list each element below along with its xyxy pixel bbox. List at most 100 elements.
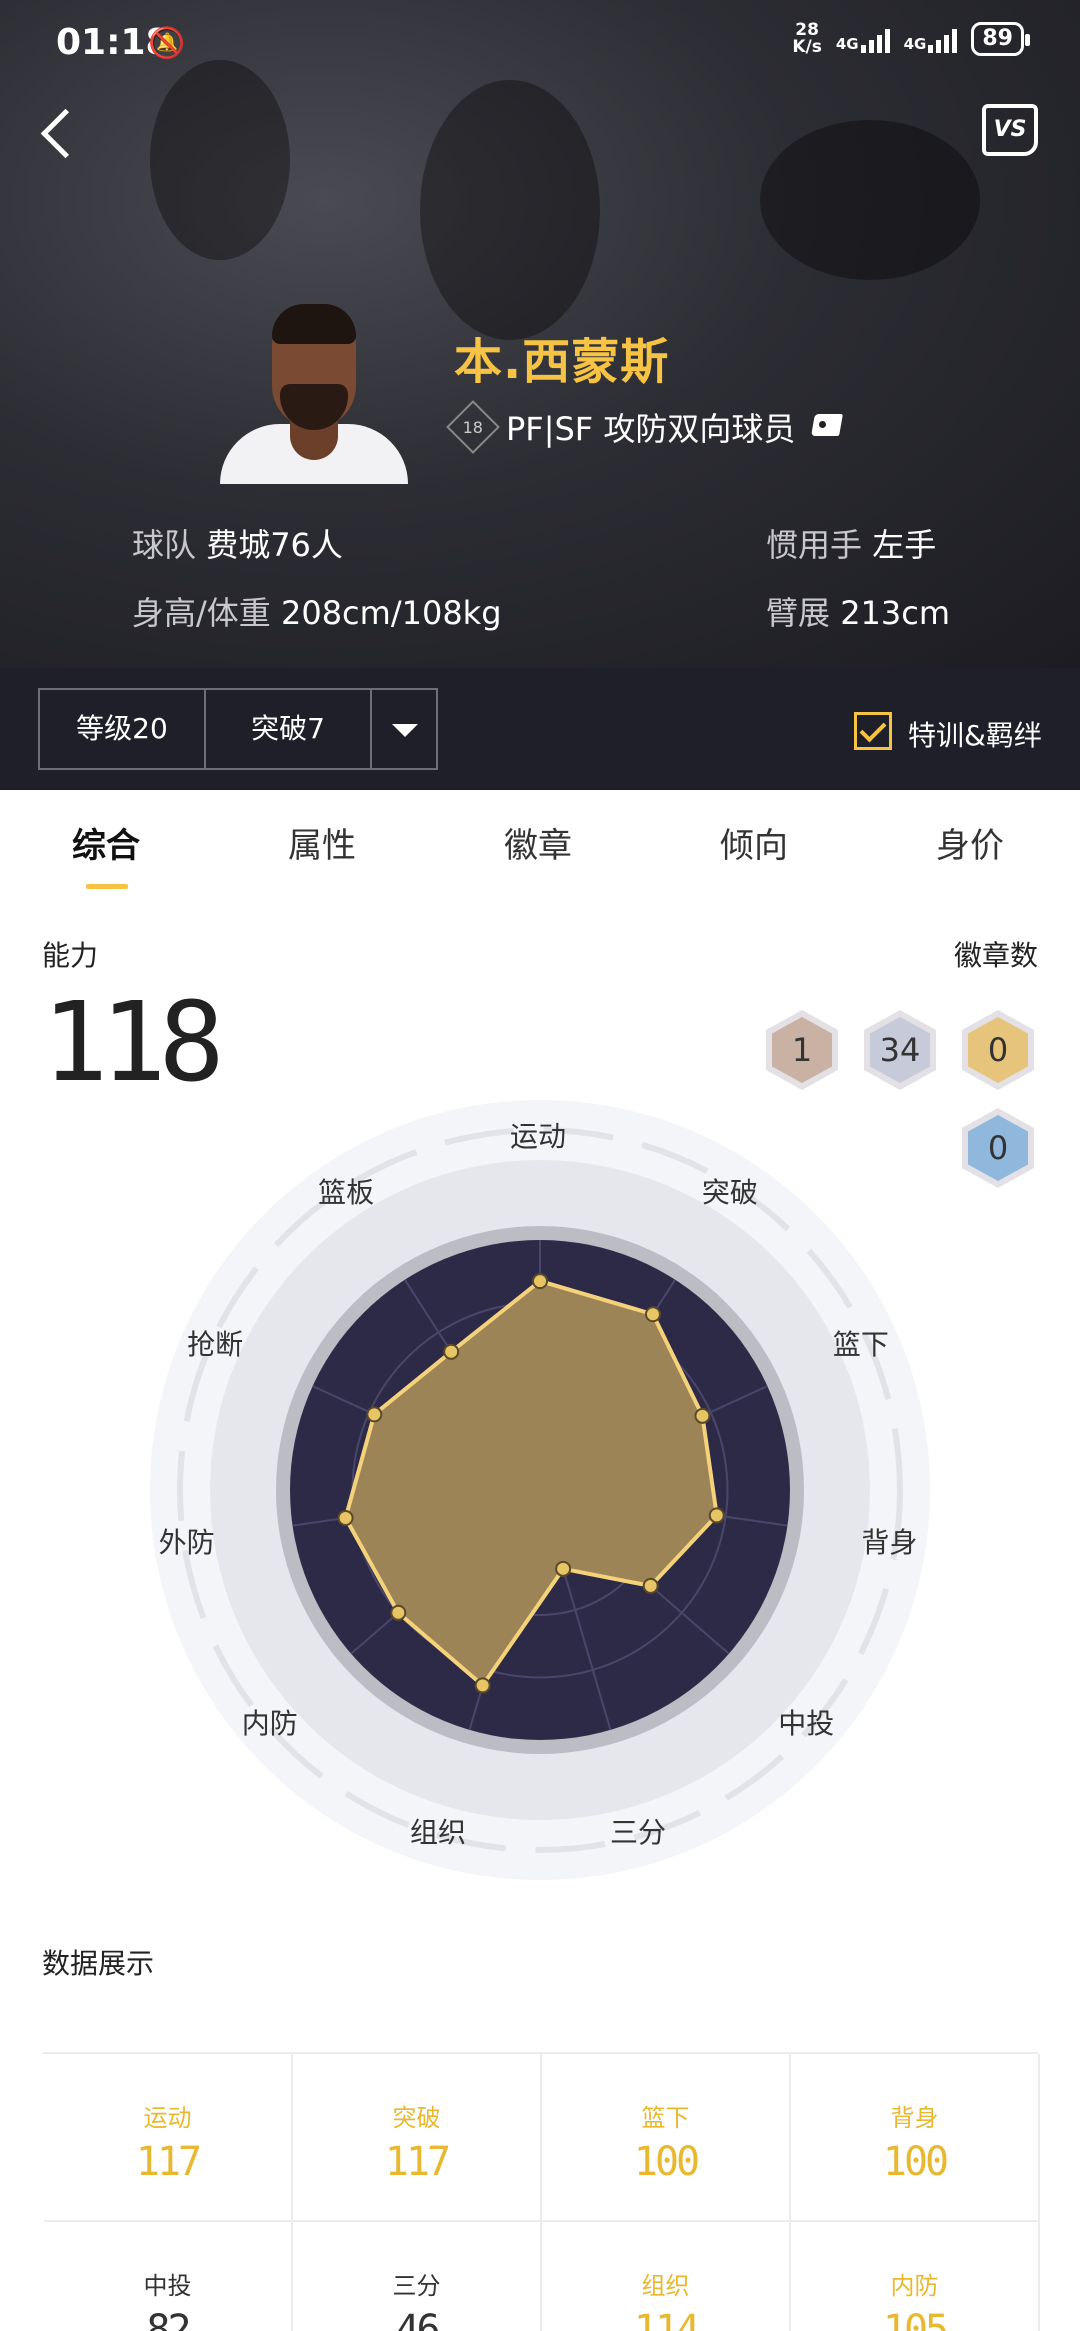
team-info: 球队 费城76人	[132, 520, 343, 566]
badge-silver-count: 34	[870, 1017, 930, 1083]
radar-axis-label: 突破	[701, 1176, 758, 1210]
stats-grid: 运动 117 突破 117 篮下 100 背身 100 中投 82 三分 46 组织 114 内防 105	[42, 2052, 1040, 2331]
stat-value: 105	[882, 2307, 949, 2331]
background-silhouette	[150, 60, 290, 260]
radar-point-2	[694, 1407, 711, 1424]
stat-cell: 内防 105	[791, 2222, 1040, 2331]
data-section-title: 数据展示	[42, 1947, 155, 1980]
tag-icon[interactable]	[809, 412, 847, 442]
battery-level: 89	[982, 26, 1013, 51]
player-position: PF|SF 攻防双向球员	[506, 410, 796, 448]
badge-hof-count: 0	[968, 1115, 1028, 1181]
radar-point-8	[337, 1509, 354, 1526]
radar-point-5	[555, 1560, 572, 1577]
badge-bronze-count: 1	[772, 1017, 832, 1083]
tab-badges[interactable]: 徽章	[504, 818, 572, 867]
stat-value: 117	[384, 2139, 451, 2185]
radar-point-1	[644, 1306, 661, 1323]
badge-gold-count: 0	[968, 1017, 1028, 1083]
level-option[interactable]: 等级20	[40, 690, 206, 768]
height-weight-info: 身高/体重 208cm/108kg	[132, 588, 502, 634]
stat-label: 三分	[392, 2272, 441, 2300]
radar-point-7	[390, 1604, 407, 1621]
tab-overview[interactable]: 综合	[72, 818, 140, 867]
badge-gold-hex: 0	[962, 1010, 1034, 1090]
height-weight-value: 208cm/108kg	[280, 594, 502, 632]
wingspan-label: 臂展	[766, 594, 831, 632]
stat-label: 运动	[143, 2104, 192, 2132]
stat-value: 100	[633, 2139, 700, 2185]
badge-bronze-hex: 1	[766, 1010, 838, 1090]
stat-cell: 运动 117	[44, 2054, 293, 2222]
team-value: 费城76人	[206, 526, 343, 564]
signal-1-label: 4G	[835, 35, 859, 53]
radar-axis-label: 内防	[241, 1707, 298, 1741]
radar-axis-label: 组织	[409, 1815, 466, 1849]
stat-value: 100	[882, 2139, 949, 2185]
wingspan-info: 臂展 213cm	[766, 588, 950, 634]
stat-value: 82	[146, 2307, 191, 2331]
training-checkbox[interactable]	[854, 712, 892, 750]
signal-bars-icon	[928, 25, 958, 53]
signal-1: 4G	[836, 25, 890, 53]
stat-value: 46	[395, 2307, 440, 2331]
level-toolbar: 等级20 突破7 特训&羁绊	[0, 668, 1080, 790]
ability-radar-chart: 运动 突破 篮下 背身 中投 三分 组织 内防 外防 抢断 篮板	[140, 1100, 940, 1880]
status-bar: 01:18 🔕 28 K/s 4G 4G 89	[0, 0, 1080, 90]
training-label[interactable]: 特训&羁绊	[908, 714, 1042, 754]
battery-icon: 89	[971, 22, 1030, 56]
background-silhouette	[760, 120, 980, 280]
player-position-row: 18 PF|SF 攻防双向球员	[446, 400, 847, 454]
wingspan-value: 213cm	[840, 594, 951, 632]
hand-label: 惯用手	[766, 526, 863, 564]
tab-value[interactable]: 身价	[936, 818, 1004, 867]
radar-axis-label: 背身	[861, 1525, 918, 1559]
stat-cell: 三分 46	[293, 2222, 542, 2331]
stat-label: 篮下	[641, 2104, 690, 2132]
stat-cell: 背身 100	[791, 2054, 1040, 2222]
stat-cell: 突破 117	[293, 2054, 542, 2222]
radar-point-4	[642, 1577, 659, 1594]
radar-point-6	[474, 1677, 491, 1694]
player-name: 本.西蒙斯	[454, 334, 670, 390]
player-avatar	[214, 300, 414, 484]
ability-label: 能力	[42, 939, 99, 972]
stat-cell: 组织 114	[542, 2222, 791, 2331]
team-label: 球队	[132, 526, 197, 564]
network-speed-unit: K/s	[792, 37, 822, 57]
badge-silver-hex: 34	[864, 1010, 936, 1090]
background-silhouette	[420, 80, 600, 340]
radar-axis-label: 三分	[610, 1815, 667, 1849]
breakthrough-option[interactable]: 突破7	[206, 690, 372, 768]
jersey-number: 18	[462, 417, 484, 437]
radar-axis-label: 中投	[778, 1707, 835, 1741]
badge-hof-hex: 0	[962, 1108, 1034, 1188]
stat-cell: 中投 82	[44, 2222, 293, 2331]
level-selector: 等级20 突破7	[38, 688, 438, 770]
status-indicators: 28 K/s 4G 4G 89	[792, 22, 1030, 57]
radar-svg	[150, 1100, 930, 1880]
stat-label: 中投	[143, 2272, 192, 2300]
hand-info: 惯用手 左手	[766, 520, 936, 566]
back-button[interactable]	[36, 102, 86, 162]
jersey-number-badge: 18	[446, 400, 500, 454]
radar-point-10	[443, 1343, 460, 1360]
radar-axis-label: 运动	[510, 1120, 567, 1153]
ability-value: 118	[42, 978, 225, 1106]
mute-bell-icon: 🔕	[148, 26, 186, 61]
tab-bar: 综合 属性 徽章 倾向 身价	[0, 790, 1080, 900]
radar-axis-label: 篮下	[832, 1327, 889, 1361]
radar-point-9	[366, 1406, 383, 1423]
stat-label: 组织	[641, 2272, 690, 2300]
tab-tendencies[interactable]: 倾向	[720, 818, 788, 867]
stat-value: 117	[135, 2139, 202, 2185]
badge-count-label: 徽章数	[954, 939, 1039, 972]
radar-axis-label: 外防	[158, 1525, 215, 1559]
radar-point-3	[708, 1507, 725, 1524]
stat-label: 背身	[890, 2104, 939, 2132]
chevron-down-icon[interactable]	[372, 690, 436, 768]
tab-attributes[interactable]: 属性	[288, 818, 356, 867]
vs-compare-button[interactable]: VS	[982, 104, 1038, 156]
signal-bars-icon	[860, 25, 890, 53]
stat-cell: 篮下 100	[542, 2054, 791, 2222]
